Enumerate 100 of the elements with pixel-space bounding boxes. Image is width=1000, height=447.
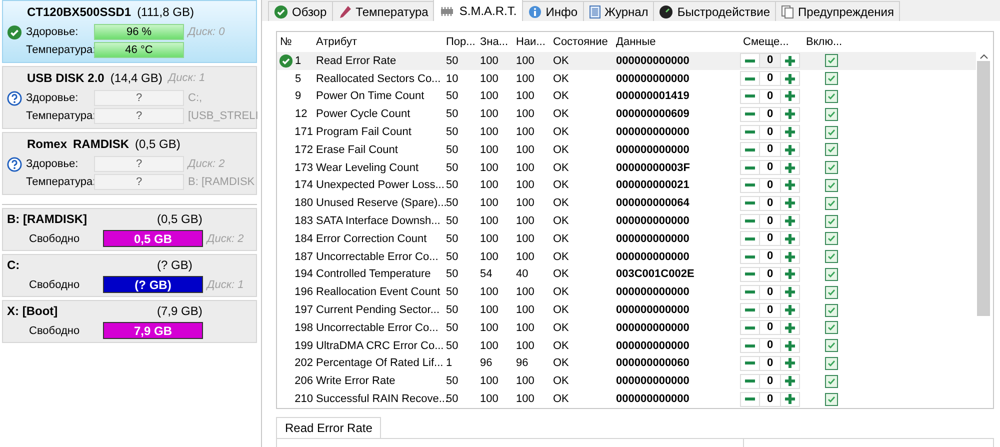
disk-card[interactable]: Romex RAMDISK (0,5 GB) Здоровье: ? Диск: 2 Температура: ? B: [RAMDISK (2, 132, 257, 195)
increment-button[interactable] (780, 71, 800, 86)
decrement-button[interactable] (740, 356, 760, 371)
checkbox[interactable] (825, 54, 838, 68)
column-header[interactable]: Наи... (513, 35, 546, 49)
table-row[interactable]: 9 Power On Time Count 50 100 100 OK 000000001419 0 (277, 88, 976, 106)
increment-button[interactable] (780, 124, 800, 140)
increment-button[interactable] (780, 302, 800, 318)
column-header[interactable]: Зна... (477, 35, 508, 49)
volume-card[interactable]: X: [Boot] (7,9 GB) Свободно 7,9 GB (2, 300, 257, 343)
column-header[interactable]: Данные (613, 35, 656, 49)
increment-button[interactable] (780, 214, 800, 229)
checkbox[interactable] (825, 196, 838, 210)
table-row[interactable]: 187 Uncorrectable Error Co... 50 100 100 OK 000000000000 0 (277, 248, 976, 266)
increment-button[interactable] (780, 88, 800, 104)
decrement-button[interactable] (740, 88, 760, 104)
checkbox[interactable] (825, 161, 838, 174)
decrement-button[interactable] (740, 53, 760, 68)
table-row[interactable]: 174 Unexpected Power Loss...50 100 100 OK 000000000021 0 (277, 176, 976, 194)
decrement-button[interactable] (740, 284, 760, 300)
decrement-button[interactable] (740, 266, 760, 282)
increment-button[interactable] (780, 142, 800, 158)
disk-card[interactable]: USB DISK 2.0 (14,4 GB) Диск: 1 Здоровье: ? C:, Температура: ? [USB_STRELI (2, 66, 257, 129)
checkbox[interactable] (825, 374, 838, 388)
table-row[interactable]: 12 Power Cycle Count 50 100 100 OK 000000000609 0 (277, 105, 976, 124)
decrement-button[interactable] (740, 178, 760, 193)
table-row[interactable]: 210 Successful RAIN Recove...50 100 100 OK 000000000000 0 (277, 390, 976, 408)
decrement-button[interactable] (740, 71, 760, 86)
increment-button[interactable] (780, 249, 800, 264)
increment-button[interactable] (780, 160, 800, 176)
tab[interactable]: Журнал (582, 1, 654, 21)
increment-button[interactable] (780, 231, 800, 246)
column-header[interactable]: № (277, 35, 292, 49)
table-row[interactable]: 173 Wear Leveling Count 50 100 100 OK 00000000003F 0 (277, 158, 976, 177)
checkbox[interactable] (825, 214, 838, 228)
checkbox[interactable] (825, 232, 838, 246)
checkbox[interactable] (825, 304, 838, 317)
checkbox[interactable] (825, 392, 838, 406)
checkbox[interactable] (825, 286, 838, 299)
decrement-button[interactable] (740, 249, 760, 264)
increment-button[interactable] (780, 320, 800, 336)
increment-button[interactable] (780, 178, 800, 193)
checkbox[interactable] (825, 143, 838, 156)
table-row[interactable]: 1 Read Error Rate 50 100 100 OK 000000000000 0 (277, 52, 976, 70)
column-header[interactable]: Атрибут (313, 35, 357, 49)
table-row[interactable]: 183 SATA Interface Downsh... 50 100 100 OK 000000000000 0 (277, 212, 976, 230)
checkbox[interactable] (825, 268, 838, 281)
checkbox[interactable] (825, 339, 838, 352)
disk-card[interactable]: CT120BX500SSD1 (111,8 GB) Здоровье: 96 % Диск: 0 Температура: 46 °C (2, 0, 257, 63)
table-row[interactable]: 172 Erase Fail Count 50 100 100 OK 000000000000 0 (277, 140, 976, 159)
increment-button[interactable] (780, 374, 800, 389)
increment-button[interactable] (780, 356, 800, 371)
decrement-button[interactable] (740, 320, 760, 336)
tab[interactable]: Обзор (268, 1, 333, 21)
scrollbar-thumb[interactable] (977, 61, 990, 316)
volume-card[interactable]: C: (? GB) Свободно (? GB) Диск: 1 (2, 254, 257, 297)
tab[interactable]: Быстродействие (653, 1, 776, 21)
scroll-up-icon[interactable] (980, 54, 988, 59)
decrement-button[interactable] (740, 392, 760, 407)
decrement-button[interactable] (740, 338, 760, 354)
tab[interactable]: Инфо (522, 1, 584, 21)
tab[interactable]: Предупреждения (775, 1, 900, 21)
checkbox[interactable] (825, 108, 838, 121)
increment-button[interactable] (780, 106, 800, 122)
tab[interactable]: S.M.A.R.T. (433, 0, 523, 21)
checkbox[interactable] (825, 126, 838, 139)
increment-button[interactable] (780, 338, 800, 354)
column-header[interactable]: Вклю... (803, 35, 842, 49)
decrement-button[interactable] (740, 106, 760, 122)
table-row[interactable]: 206 Write Error Rate 50 100 100 OK 000000000000 0 (277, 372, 976, 390)
increment-button[interactable] (780, 53, 800, 68)
tab[interactable]: Read Error Rate (276, 416, 382, 438)
column-header[interactable]: Пор... (443, 35, 476, 49)
increment-button[interactable] (780, 284, 800, 300)
tab[interactable]: Температура (332, 1, 434, 21)
column-header[interactable]: Смеще... (740, 35, 789, 49)
checkbox[interactable] (825, 178, 838, 192)
checkbox[interactable] (825, 72, 838, 86)
decrement-button[interactable] (740, 160, 760, 176)
table-row[interactable]: 184 Error Correction Count 50 100 100 OK 000000000000 0 (277, 230, 976, 248)
table-row[interactable]: 180 Unused Reserve (Spare)...50 100 100 OK 000000000064 0 (277, 194, 976, 212)
table-row[interactable]: 198 Uncorrectable Error Co... 50 100 100 OK 000000000000 0 (277, 318, 976, 337)
table-row[interactable]: 199 UltraDMA CRC Error Co... 50 100 100 OK 000000000000 0 (277, 336, 976, 355)
checkbox[interactable] (825, 90, 838, 103)
checkbox[interactable] (825, 250, 838, 264)
table-row[interactable]: 171 Program Fail Count 50 100 100 OK 000000000000 0 (277, 123, 976, 141)
increment-button[interactable] (780, 196, 800, 211)
decrement-button[interactable] (740, 196, 760, 211)
column-header[interactable]: Состояние (550, 35, 608, 49)
checkbox[interactable] (825, 356, 838, 370)
decrement-button[interactable] (740, 142, 760, 158)
checkbox[interactable] (825, 321, 838, 334)
table-row[interactable]: 194 Controlled Temperature 50 54 40 OK 003C001C002E 0 (277, 266, 976, 284)
table-row[interactable]: 202 Percentage Of Rated Lif... 1 96 96 OK 000000000060 0 (277, 354, 976, 372)
decrement-button[interactable] (740, 214, 760, 229)
decrement-button[interactable] (740, 231, 760, 246)
decrement-button[interactable] (740, 124, 760, 140)
volume-card[interactable]: B: [RAMDISK] (0,5 GB) Свободно 0,5 GB Диск: 2 (2, 208, 257, 251)
decrement-button[interactable] (740, 302, 760, 318)
table-row[interactable]: 5 Reallocated Sectors Co... 10 100 100 OK 000000000000 0 (277, 70, 976, 88)
